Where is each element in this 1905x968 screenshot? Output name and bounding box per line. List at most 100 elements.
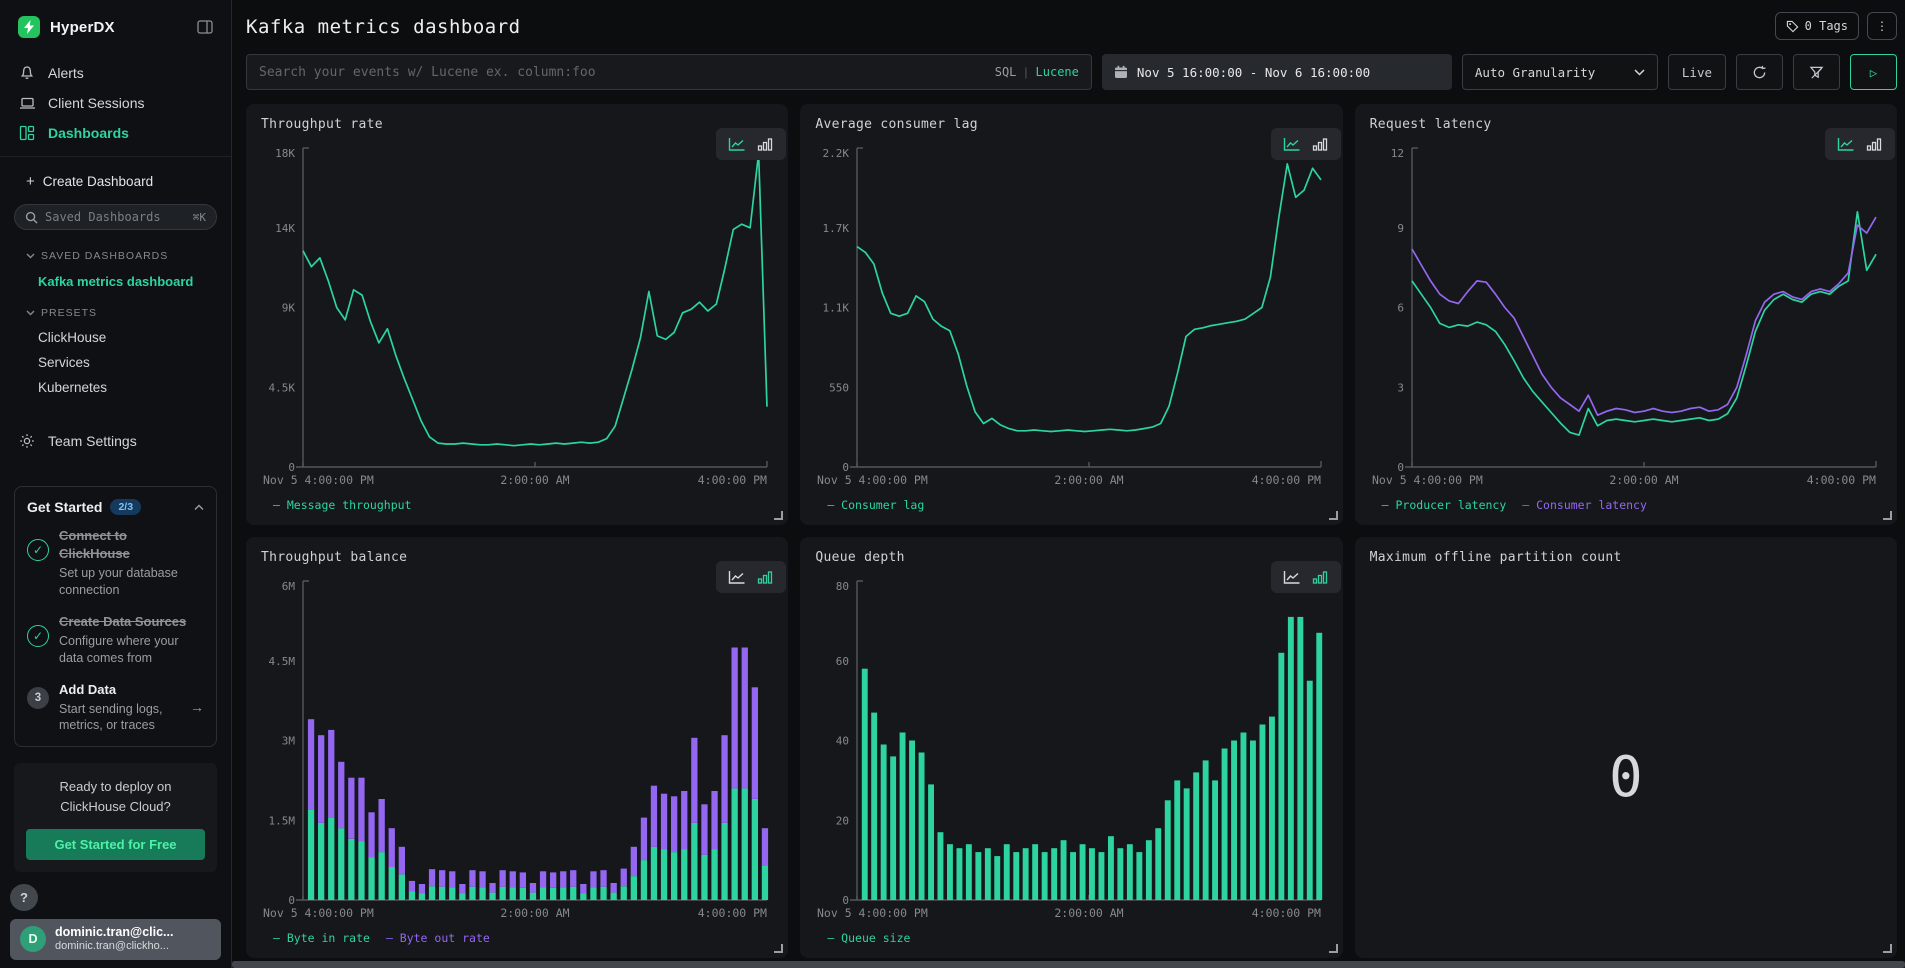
- y-axis-label: 550: [829, 381, 849, 394]
- user-menu[interactable]: D dominic.tran@clic... dominic.tran@clic…: [10, 919, 221, 960]
- calendar-icon: [1114, 65, 1128, 79]
- bar-chart-toggle-icon[interactable]: [753, 135, 777, 153]
- saved-dashboards-section-header[interactable]: SAVED DASHBOARDS: [12, 242, 219, 268]
- bar-chart-toggle-icon[interactable]: [1308, 568, 1332, 586]
- presets-section-header[interactable]: PRESETS: [12, 299, 219, 325]
- sidebar-item-team-settings[interactable]: Team Settings: [12, 426, 219, 456]
- bar: [732, 788, 738, 900]
- legend-item[interactable]: — Consumer lag: [827, 498, 924, 512]
- bar: [368, 858, 374, 901]
- step-number-badge: 3: [27, 687, 49, 709]
- chart-plot-area[interactable]: 05501.1K1.7K2.2KNov 5 4:00:00 PM2:00:00 …: [815, 136, 1327, 493]
- horizontal-scrollbar[interactable]: [232, 961, 1905, 968]
- y-axis-label: 3M: [282, 735, 296, 748]
- line-chart-toggle-icon[interactable]: [725, 568, 749, 586]
- line-series: [857, 164, 1321, 432]
- get-started-step-sources[interactable]: ✓ Create Data Sources Configure where yo…: [27, 613, 204, 667]
- bar: [560, 871, 566, 887]
- sidebar-item-client-sessions[interactable]: Client Sessions: [12, 88, 219, 118]
- sidebar-item-clickhouse[interactable]: ClickHouse: [12, 325, 219, 350]
- chart-plot-area[interactable]: 036912Nov 5 4:00:00 PM2:00:00 AM4:00:00 …: [1370, 136, 1882, 493]
- tags-button[interactable]: 0 Tags: [1775, 12, 1859, 40]
- bar: [985, 848, 991, 900]
- bar: [1061, 840, 1067, 900]
- run-query-button[interactable]: ▷: [1850, 54, 1897, 90]
- legend-item[interactable]: — Producer latency: [1382, 498, 1507, 512]
- bar: [510, 887, 516, 900]
- bar-chart-toggle-icon[interactable]: [753, 568, 777, 586]
- chart-plot-area[interactable]: 01.5M3M4.5M6MNov 5 4:00:00 PM2:00:00 AM4…: [261, 569, 773, 926]
- sidebar-collapse-icon[interactable]: [197, 20, 213, 34]
- sidebar-item-kafka-dashboard[interactable]: Kafka metrics dashboard: [12, 270, 219, 293]
- line-chart-toggle-icon[interactable]: [1834, 135, 1858, 153]
- bar: [611, 883, 617, 893]
- bar: [449, 871, 455, 887]
- bar: [328, 818, 334, 900]
- x-axis-label: Nov 5 4:00:00 PM: [1372, 473, 1483, 487]
- bar-chart-toggle-icon[interactable]: [1308, 135, 1332, 153]
- bar-chart-toggle-icon[interactable]: [1862, 135, 1886, 153]
- lucene-mode-toggle[interactable]: Lucene: [1036, 65, 1079, 79]
- bar: [711, 850, 717, 901]
- sidebar-item-kubernetes[interactable]: Kubernetes: [12, 375, 219, 400]
- bar: [919, 753, 925, 901]
- panel-throughput-balance: Throughput balance 01.5M3M4.5M6MNov 5 4:…: [246, 537, 788, 958]
- bar: [600, 870, 606, 887]
- live-button[interactable]: Live: [1668, 54, 1726, 90]
- gear-icon: [18, 433, 36, 449]
- legend-item[interactable]: — Queue size: [827, 931, 910, 945]
- bar: [641, 860, 647, 900]
- bar: [550, 888, 556, 900]
- legend-item[interactable]: — Message throughput: [273, 498, 411, 512]
- bar: [641, 818, 647, 861]
- x-axis-label: Nov 5 4:00:00 PM: [263, 473, 374, 487]
- sidebar: HyperDX Alerts Client Sessions Dashboard…: [0, 0, 232, 968]
- line-chart-toggle-icon[interactable]: [725, 135, 749, 153]
- saved-dashboards-search-input[interactable]: Saved Dashboards ⌘K: [14, 204, 217, 230]
- filter-button[interactable]: [1793, 54, 1840, 90]
- scrollbar-thumb[interactable]: [232, 961, 1905, 968]
- chevron-up-icon[interactable]: [194, 504, 204, 511]
- create-dashboard-button[interactable]: + Create Dashboard: [12, 167, 219, 196]
- legend-item[interactable]: — Byte in rate: [273, 931, 370, 945]
- chart-title: Average consumer lag: [815, 117, 1327, 132]
- get-started-step-connect[interactable]: ✓ Connect to ClickHouse Set up your data…: [27, 527, 204, 599]
- panel-kebab-menu-button[interactable]: ⋮: [1867, 12, 1897, 40]
- bar: [308, 719, 314, 809]
- line-chart-toggle-icon[interactable]: [1280, 135, 1304, 153]
- chart-plot-area[interactable]: 04.5K9K14K18KNov 5 4:00:00 PM2:00:00 AM4…: [261, 136, 773, 493]
- help-button[interactable]: ?: [10, 884, 38, 911]
- date-range-picker[interactable]: Nov 5 16:00:00 - Nov 6 16:00:00: [1102, 54, 1452, 90]
- y-axis-label: 4.5K: [269, 381, 296, 394]
- legend-item[interactable]: — Consumer latency: [1522, 498, 1647, 512]
- bar: [368, 812, 374, 857]
- sidebar-item-services[interactable]: Services: [12, 350, 219, 375]
- plus-icon: +: [26, 173, 35, 190]
- sidebar-item-dashboards[interactable]: Dashboards: [12, 118, 219, 148]
- granularity-select[interactable]: Auto Granularity: [1462, 54, 1658, 90]
- bar: [550, 872, 556, 887]
- bar: [711, 791, 717, 850]
- chart-plot-area[interactable]: 020406080Nov 5 4:00:00 PM2:00:00 AM4:00:…: [815, 569, 1327, 926]
- legend-item[interactable]: — Byte out rate: [386, 931, 490, 945]
- get-started-title: Get Started: [27, 499, 102, 515]
- panel-average-consumer-lag: Average consumer lag 05501.1K1.7K2.2KNov…: [800, 104, 1342, 525]
- line-chart-toggle-icon[interactable]: [1280, 568, 1304, 586]
- get-started-progress-badge: 2/3: [110, 499, 141, 515]
- get-started-step-add-data[interactable]: 3 Add Data Start sending logs, metrics, …: [27, 681, 204, 735]
- get-started-free-button[interactable]: Get Started for Free: [26, 829, 205, 860]
- chart-type-toggle: [1271, 561, 1341, 593]
- bar: [1042, 852, 1048, 900]
- chart-svg: 05501.1K1.7K2.2KNov 5 4:00:00 PM2:00:00 …: [815, 136, 1327, 493]
- sql-mode-toggle[interactable]: SQL: [995, 65, 1017, 79]
- bar: [631, 876, 637, 900]
- sidebar-item-alerts[interactable]: Alerts: [12, 58, 219, 88]
- bar: [701, 804, 707, 855]
- bar: [459, 893, 465, 900]
- bar: [580, 884, 586, 893]
- bar: [742, 648, 748, 789]
- step-title: Connect to ClickHouse: [59, 528, 130, 561]
- chevron-down-icon: [26, 253, 35, 259]
- event-search-input[interactable]: Search your events w/ Lucene ex. column:…: [246, 54, 1092, 90]
- refresh-button[interactable]: [1736, 54, 1783, 90]
